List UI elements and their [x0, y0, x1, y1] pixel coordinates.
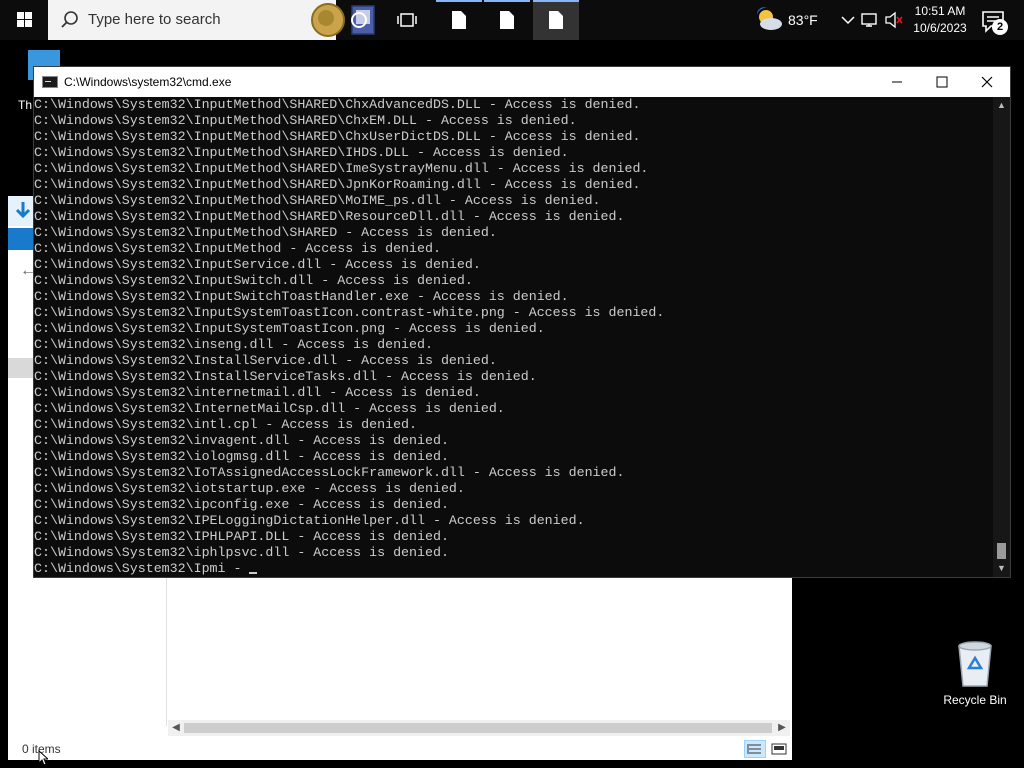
console-line: C:\Windows\System32\InternetMailCsp.dll … [34, 401, 505, 416]
pane-divider [166, 576, 167, 726]
console-line: C:\Windows\System32\InstallServiceTasks.… [34, 369, 537, 384]
cortana-button[interactable] [336, 0, 382, 40]
scroll-thumb[interactable] [997, 543, 1006, 559]
taskbar: Type here to search 83°F 10:51 AM 10/6/2… [0, 0, 1024, 40]
console-line: C:\Windows\System32\InputMethod\SHARED\J… [34, 177, 641, 192]
scroll-up-icon[interactable]: ▲ [993, 97, 1010, 114]
cortana-circle-icon [351, 12, 367, 28]
search-placeholder: Type here to search [88, 11, 221, 28]
search-box[interactable]: Type here to search [48, 0, 375, 40]
cmd-titlebar[interactable]: C:\Windows\system32\cmd.exe [34, 67, 1010, 97]
console-line: C:\Windows\System32\InputMethod\SHARED -… [34, 225, 497, 240]
windows-logo-icon [17, 12, 32, 27]
console-line: C:\Windows\System32\InputMethod\SHARED\C… [34, 97, 641, 112]
recycle-bin[interactable]: Recycle Bin [936, 640, 1014, 707]
notification-count-badge: 2 [992, 19, 1008, 35]
console-line: C:\Windows\System32\InputMethod - Access… [34, 241, 441, 256]
maximize-icon [936, 76, 948, 88]
scroll-left-icon[interactable]: ◀ [168, 720, 184, 736]
large-icons-view-button[interactable] [768, 740, 790, 758]
console-current-line: C:\Windows\System32\Ipmi - [34, 561, 994, 577]
close-button[interactable] [964, 67, 1010, 97]
vertical-scrollbar[interactable]: ▲ ▼ [993, 97, 1010, 577]
console-prompt-text: C:\Windows\System32\Ipmi - [34, 561, 250, 576]
task-view-button[interactable] [384, 0, 430, 40]
desktop-icon-label: Th [18, 98, 33, 112]
minimize-icon [892, 81, 902, 83]
console-line: C:\Windows\System32\intl.cpl - Access is… [34, 417, 418, 432]
console-output[interactable]: C:\Windows\System32\InputMethod\SHARED\C… [34, 97, 994, 577]
close-icon [981, 76, 993, 88]
console-line: C:\Windows\System32\internetmail.dll - A… [34, 385, 481, 400]
console-line: C:\Windows\System32\iologmsg.dll - Acces… [34, 449, 449, 464]
console-line: C:\Windows\System32\InputMethod\SHARED\M… [34, 193, 601, 208]
network-icon[interactable] [860, 10, 880, 30]
clock-time[interactable]: 10:51 AM [912, 4, 968, 18]
document-app-icon [452, 11, 466, 29]
cmd-window: C:\Windows\system32\cmd.exe C:\Windows\S… [33, 66, 1011, 578]
console-line: C:\Windows\System32\IPHLPAPI.DLL - Acces… [34, 529, 449, 544]
console-line: C:\Windows\System32\InputSystemToastIcon… [34, 321, 545, 336]
taskbar-app-3[interactable] [533, 0, 579, 40]
taskbar-app-2[interactable] [484, 0, 530, 40]
console-line: C:\Windows\System32\iotstartup.exe - Acc… [34, 481, 465, 496]
recycle-bin-label: Recycle Bin [943, 693, 1007, 707]
console-line: C:\Windows\System32\InstallService.dll -… [34, 353, 497, 368]
text-cursor [249, 572, 258, 574]
start-button[interactable] [0, 0, 48, 40]
taskbar-app-1[interactable] [436, 0, 482, 40]
cmd-app-icon[interactable] [42, 76, 58, 88]
chevron-up-icon[interactable] [838, 10, 858, 30]
console-line: C:\Windows\System32\InputMethod\SHARED\R… [34, 209, 625, 224]
scroll-right-icon[interactable]: ▶ [774, 720, 790, 736]
console-line: C:\Windows\System32\InputSwitch.dll - Ac… [34, 273, 473, 288]
minimize-button[interactable] [874, 67, 920, 97]
details-view-button[interactable] [744, 740, 766, 758]
horizontal-scrollbar[interactable]: ◀ ▶ [168, 720, 790, 736]
weather-partly-cloudy-icon[interactable] [754, 6, 784, 34]
clock-date[interactable]: 10/6/2023 [910, 21, 970, 35]
window-title: C:\Windows\system32\cmd.exe [64, 75, 232, 89]
task-view-icon [397, 13, 417, 27]
console-line: C:\Windows\System32\InputMethod\SHARED\C… [34, 129, 641, 144]
console-line: C:\Windows\System32\InputSwitchToastHand… [34, 289, 569, 304]
console-line: C:\Windows\System32\IoTAssignedAccessLoc… [34, 465, 625, 480]
console-line: C:\Windows\System32\IPELoggingDictationH… [34, 513, 585, 528]
console-line: C:\Windows\System32\InputMethod\SHARED\I… [34, 161, 649, 176]
search-icon [61, 11, 78, 28]
console-line: C:\Windows\System32\inseng.dll - Access … [34, 337, 433, 352]
console-line: C:\Windows\System32\InputSystemToastIcon… [34, 305, 665, 320]
console-line: C:\Windows\System32\ipconfig.exe - Acces… [34, 497, 449, 512]
console-line: C:\Windows\System32\InputMethod\SHARED\C… [34, 113, 577, 128]
recycle-bin-icon [955, 640, 995, 688]
scroll-down-icon[interactable]: ▼ [993, 560, 1010, 577]
console-line: C:\Windows\System32\InputService.dll - A… [34, 257, 481, 272]
document-app-icon [500, 11, 514, 29]
console-line: C:\Windows\System32\iphlpsvc.dll - Acces… [34, 545, 449, 560]
weather-temperature[interactable]: 83°F [788, 12, 818, 28]
status-bar: 0 items [8, 736, 792, 760]
scroll-thumb[interactable] [184, 723, 772, 733]
console-line: C:\Windows\System32\InputMethod\SHARED\I… [34, 145, 569, 160]
mouse-pointer-icon [38, 750, 48, 766]
document-app-icon [549, 11, 563, 29]
console-line: C:\Windows\System32\invagent.dll - Acces… [34, 433, 449, 448]
volume-muted-icon[interactable] [884, 10, 904, 30]
maximize-button[interactable] [919, 67, 965, 97]
